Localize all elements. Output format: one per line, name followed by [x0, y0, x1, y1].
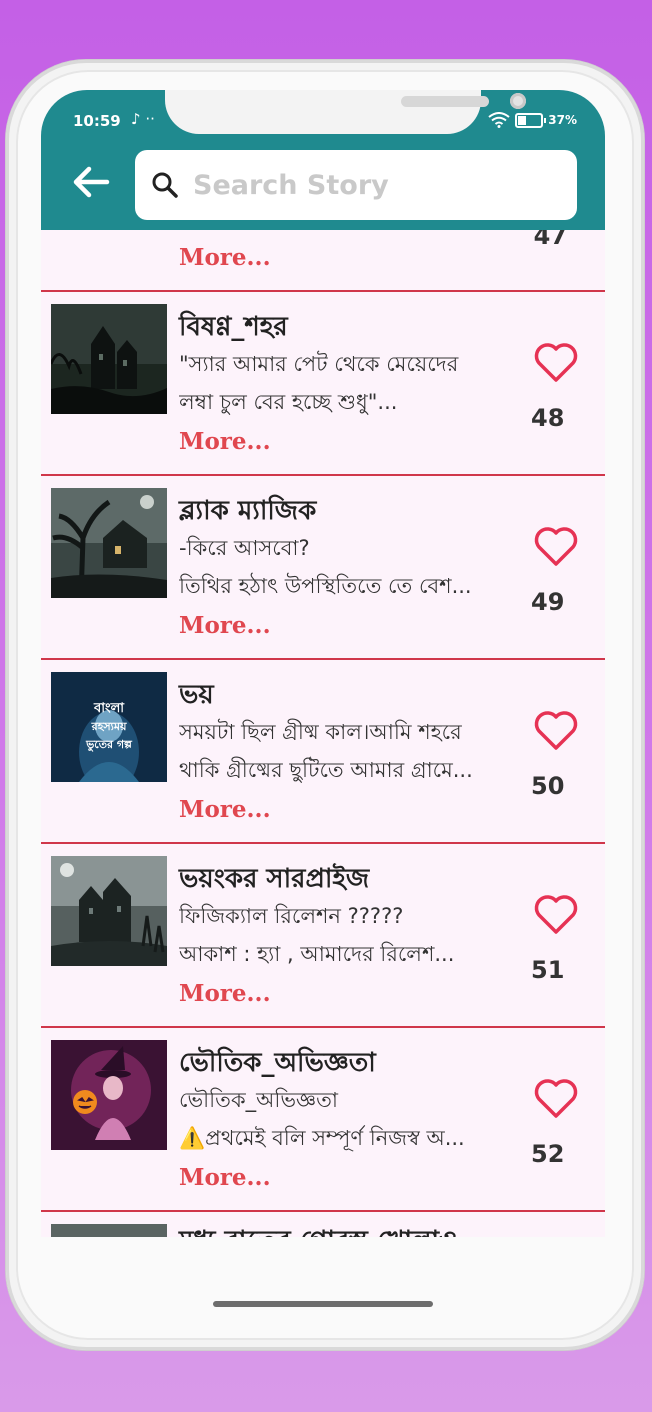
story-excerpt-line: আকাশ : হ্যা , আমাদের রিলেশ... — [179, 942, 455, 966]
heart-outline-icon[interactable] — [533, 526, 579, 568]
app-screen: 10:59 ♪ ·· 37% 47 — [41, 90, 605, 1237]
like-count: 51 — [531, 956, 565, 984]
front-camera — [510, 93, 526, 109]
story-title: বিষণ্ণ_শহর — [179, 312, 288, 342]
heart-outline-icon[interactable] — [533, 1078, 579, 1120]
story-thumbnail — [51, 1224, 167, 1237]
like-count: 52 — [531, 1140, 565, 1168]
list-item-partial[interactable]: মধ্য রাতের গোরস্ত খোলাও — [41, 1212, 605, 1237]
story-excerpt-line: লম্বা চুল বের হচ্ছে শুধু"... — [179, 390, 398, 414]
story-thumbnail — [51, 856, 167, 966]
status-time: 10:59 — [73, 112, 121, 130]
story-excerpt-line: ⚠️প্রথমেই বলি সম্পূর্ণ নিজস্ব অ... — [179, 1126, 465, 1150]
more-link[interactable]: More... — [179, 244, 271, 271]
svg-text:ভুতের গল্প: ভুতের গল্প — [85, 738, 133, 752]
more-link[interactable]: More... — [179, 980, 271, 1007]
story-excerpt-line: তিথির হঠাৎ উপস্থিতিতে তে বেশ... — [179, 574, 472, 598]
story-thumbnail — [51, 488, 167, 598]
list-item[interactable]: ভয়ংকর সারপ্রাইজ ফিজিক্যাল রিলেশন ????? … — [41, 844, 605, 1028]
story-thumbnail: বাংলা রহস্যময় ভুতের গল্প — [51, 672, 167, 782]
list-item[interactable]: ভৌতিক_অভিজ্ঞতা ভৌতিক_অভিজ্ঞতা ⚠️প্রথমেই … — [41, 1028, 605, 1212]
wifi-icon — [488, 112, 510, 128]
more-link[interactable]: More... — [179, 796, 271, 823]
home-indicator[interactable] — [213, 1301, 433, 1307]
story-list[interactable]: 47 More... বিষণ্ণ_শহর "স্যার আমার পেট থে… — [41, 230, 605, 1237]
story-excerpt-line: থাকি গ্রীষ্মের ছুটিতে আমার গ্রামে... — [179, 758, 473, 782]
heart-outline-icon[interactable] — [533, 894, 579, 936]
battery-icon — [515, 112, 547, 128]
list-item[interactable]: বিষণ্ণ_শহর "স্যার আমার পেট থেকে মেয়েদের… — [41, 292, 605, 476]
list-item[interactable]: বাংলা রহস্যময় ভুতের গল্প ভয় সময়টা ছিল… — [41, 660, 605, 844]
story-title: ভয়ংকর সারপ্রাইজ — [179, 864, 370, 894]
like-count: 50 — [531, 772, 565, 800]
heart-outline-icon[interactable] — [533, 710, 579, 752]
back-button[interactable] — [69, 160, 113, 204]
arrow-left-icon — [73, 166, 110, 198]
story-excerpt-line: "স্যার আমার পেট থেকে মেয়েদের — [179, 352, 459, 376]
like-count: 48 — [531, 404, 565, 432]
story-thumbnail — [51, 304, 167, 414]
story-excerpt-line: সময়টা ছিল গ্রীষ্ম কাল।আমি শহরে — [179, 720, 462, 744]
camera-notch — [165, 90, 526, 134]
story-title: ভয় — [179, 680, 214, 710]
like-count: 49 — [531, 588, 565, 616]
list-item[interactable]: ব্ল্যাক ম্যাজিক -কিরে আসবো? তিথির হঠাৎ উ… — [41, 476, 605, 660]
list-item-partial[interactable]: 47 More... — [41, 230, 605, 292]
search-input[interactable] — [191, 168, 555, 202]
story-excerpt-line: ভৌতিক_অভিজ্ঞতা — [179, 1088, 338, 1112]
status-notification-icons: ♪ ·· — [131, 110, 155, 128]
story-title: মধ্য রাতের গোরস্ত খোলাও — [179, 1220, 458, 1237]
more-link[interactable]: More... — [179, 428, 271, 455]
battery-percent: 37% — [548, 113, 577, 127]
more-link[interactable]: More... — [179, 612, 271, 639]
like-count: 47 — [533, 230, 567, 250]
more-link[interactable]: More... — [179, 1164, 271, 1191]
heart-outline-icon[interactable] — [533, 342, 579, 384]
story-thumbnail — [51, 1040, 167, 1150]
thumbnail-text: বাংলা — [93, 701, 125, 716]
svg-text:রহস্যময়: রহস্যময় — [91, 720, 127, 733]
story-title: ভৌতিক_অভিজ্ঞতা — [179, 1048, 376, 1078]
app-bar: 10:59 ♪ ·· 37% — [41, 90, 605, 230]
story-excerpt-line: ফিজিক্যাল রিলেশন ????? — [179, 904, 404, 928]
status-right: 37% — [488, 112, 577, 128]
story-title: ব্ল্যাক ম্যাজিক — [179, 496, 317, 526]
speaker-grille — [401, 96, 489, 107]
search-bar[interactable] — [135, 150, 577, 220]
story-excerpt-line: -কিরে আসবো? — [179, 536, 310, 560]
search-icon — [152, 172, 178, 198]
